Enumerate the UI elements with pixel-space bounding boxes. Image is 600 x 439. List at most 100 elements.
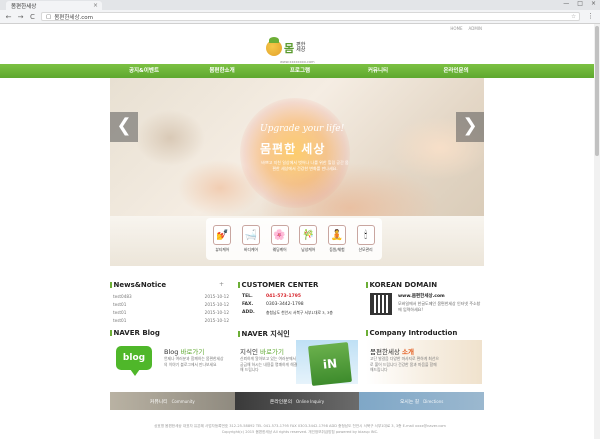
blog-title-text: NAVER Blog	[113, 329, 160, 337]
care-label: 웨딩케어	[272, 247, 287, 252]
home-link[interactable]: HOME	[450, 26, 462, 31]
news-title: News&Notice	[110, 281, 166, 289]
logo-side2: 세상	[296, 47, 306, 53]
intro-section-title: Company Introduction	[366, 329, 457, 337]
url-input[interactable]: ▢ 몸편한세상.com ☆	[41, 12, 580, 21]
title-bar	[366, 282, 368, 288]
care-label: 남성케어	[301, 247, 316, 252]
browser-tab[interactable]: 몸편한세상 ×	[6, 1, 102, 10]
news-item-date: 2015-10-12	[204, 302, 229, 307]
care-item-wedding[interactable]: 🌸 웨딩케어	[268, 225, 292, 253]
fax-value: 0303-3442-1798	[266, 302, 304, 307]
tel-label: TEL.	[242, 294, 253, 299]
kin-heading-1: 지식인	[240, 348, 261, 356]
address-bar: ← → C ▢ 몸편한세상.com ☆	[0, 10, 600, 24]
blog-heading-2: 바로가기	[180, 348, 205, 356]
care-menu: 💅 뷰티케어 🛁 바디케어 🌸 웨딩케어 🎋 남성케어 🧘 등원/체험 🕯 산모…	[206, 218, 382, 260]
care-item-men[interactable]: 🎋 남성케어	[296, 225, 320, 253]
kin-title-text: NAVER 지식인	[241, 330, 290, 338]
news-more-icon[interactable]: +	[219, 281, 224, 288]
list-item[interactable]: test01 2015-10-12	[113, 318, 229, 326]
minimize-icon[interactable]: —	[563, 0, 569, 7]
nav-program[interactable]: 프로그램	[261, 64, 339, 78]
kin-heading: 지식인 바로가기	[240, 346, 284, 356]
admin-link[interactable]: ADMIN	[469, 26, 482, 31]
care-label: 뷰티케어	[215, 247, 230, 252]
community-banner[interactable]: 커뮤니티 Community	[110, 392, 235, 410]
list-item[interactable]: test01 2015-10-12	[113, 302, 229, 310]
bathtub-icon: 🛁	[241, 225, 260, 245]
flower-icon: 🌸	[270, 225, 289, 245]
care-label: 산모관리	[358, 247, 373, 252]
intro-title-text: Company Introduction	[369, 329, 458, 337]
banner-en: Online Inquiry	[296, 398, 325, 404]
top-links: HOME ADMIN	[450, 26, 482, 31]
blog-heading: Blog 바로가기	[164, 346, 204, 356]
site-logo[interactable]: 몸 편한 세상	[266, 34, 326, 62]
kin-heading-2: 바로가기	[260, 348, 284, 356]
directions-banner[interactable]: 오시는 길 Directions	[359, 392, 485, 410]
hero-desc: 바쁘고 지친 일상에서 벗어나 나를 위한 힐링 공간 몸편한 세상에서 건강한…	[261, 160, 349, 171]
address-value: 충청남도 천안시 서북구 서부1대로 3, 3층	[266, 310, 333, 315]
care-label: 등원/체험	[329, 247, 345, 252]
title-bar	[366, 330, 368, 336]
title-bar	[238, 282, 240, 288]
back-icon[interactable]: ←	[5, 13, 12, 21]
slider-prev-button[interactable]: ❮	[110, 112, 138, 142]
browser-menu-icon[interactable]: ⋮	[587, 12, 594, 20]
address-row: ADD. 충청남도 천안시 서북구 서부1대로 3, 3층	[242, 310, 333, 318]
tab-close-icon[interactable]: ×	[93, 2, 98, 9]
tel-row: TEL. 041-573-1795	[242, 294, 333, 302]
korean-domain-url: www.몸편한세상.com	[398, 294, 445, 299]
hero-tagline: Upgrade your life!	[260, 124, 345, 134]
nail-polish-icon: 💅	[213, 225, 232, 245]
address-label: ADD.	[242, 310, 255, 315]
blog-card[interactable]: blog Blog 바로가기 언제나 여러분과 함께하는 몸편한세상의 이야기 …	[110, 340, 228, 384]
news-list: test0483 2015-10-12 test01 2015-10-12 test…	[113, 294, 229, 326]
care-item-experience[interactable]: 🧘 등원/체험	[325, 225, 349, 253]
news-item-title: test01	[113, 318, 127, 323]
care-item-body[interactable]: 🛁 바디케어	[239, 225, 263, 253]
close-window-icon[interactable]: ×	[591, 0, 596, 7]
nav-online-inquiry[interactable]: 온라인문의	[417, 64, 495, 78]
fax-label: FAX.	[242, 302, 254, 307]
hero-title: 몸편한 세상	[260, 142, 326, 156]
page-icon: ▢	[46, 13, 52, 20]
news-item-title: test0483	[113, 294, 132, 299]
web-page: HOME ADMIN 몸 편한 세상 www.xxxxxxxx.com 공지&이…	[0, 24, 600, 439]
maximize-icon[interactable]: □	[577, 0, 583, 7]
meditation-icon: 🧘	[327, 225, 346, 245]
banner-en: Community	[171, 398, 195, 404]
customer-center-title: CUSTOMER CENTER	[238, 281, 318, 289]
news-item-date: 2015-10-12	[204, 294, 229, 299]
care-item-beauty[interactable]: 💅 뷰티케어	[210, 225, 234, 253]
blog-section-title: NAVER Blog	[110, 329, 160, 337]
footer: 상호명 몸편한세상 대표자 유은혜 사업자등록번호 312-25-58892 T…	[0, 424, 600, 436]
banner-kr: 커뮤니티	[149, 399, 168, 405]
reload-icon[interactable]: C	[29, 13, 36, 21]
inquiry-banner[interactable]: 온라인문의 Online Inquiry	[234, 392, 360, 410]
kin-sign-icon: iN	[308, 342, 352, 386]
list-item[interactable]: test01 2015-10-12	[113, 310, 229, 318]
forward-icon[interactable]: →	[17, 13, 24, 21]
intro-card[interactable]: 몸편한세상 소개 고단 발걸음 다양한 마사지로 편하게 최선으로 풀어 드립니…	[366, 340, 482, 384]
slider-next-button[interactable]: ❯	[456, 112, 484, 142]
intro-desc: 고단 발걸음 다양한 마사지로 편하게 최선으로 풀어 드립니다 건강한 몸과 …	[370, 356, 439, 373]
kin-section-title: NAVER 지식인	[238, 329, 290, 339]
nav-about[interactable]: 몸편한소개	[183, 64, 261, 78]
list-item[interactable]: test0483 2015-10-12	[113, 294, 229, 302]
footer-line-2: Copyright(c) 2015 몸편한세상 All rights reser…	[221, 429, 379, 434]
logo-main-text: 몸	[284, 41, 295, 55]
blog-heading-1: Blog	[164, 348, 181, 356]
tab-bar: 몸편한세상 × — □ ×	[0, 0, 600, 10]
intro-heading-1: 몸편한세상	[370, 348, 402, 356]
intro-heading: 몸편한세상 소개	[370, 346, 414, 356]
scrollbar-thumb[interactable]	[595, 26, 599, 156]
care-item-maternity[interactable]: 🕯 산모관리	[354, 225, 378, 253]
tab-title: 몸편한세상	[11, 3, 37, 10]
nav-notice-events[interactable]: 공지&이벤트	[105, 64, 183, 78]
star-icon[interactable]: ☆	[571, 14, 576, 20]
kin-card[interactable]: iN 지식인 바로가기 신뢰하게 알아보고 있는 여러분께서 궁금해 하시는 내…	[236, 340, 358, 386]
nav-community[interactable]: 커뮤니티	[339, 64, 417, 78]
news-item-date: 2015-10-12	[204, 310, 229, 315]
